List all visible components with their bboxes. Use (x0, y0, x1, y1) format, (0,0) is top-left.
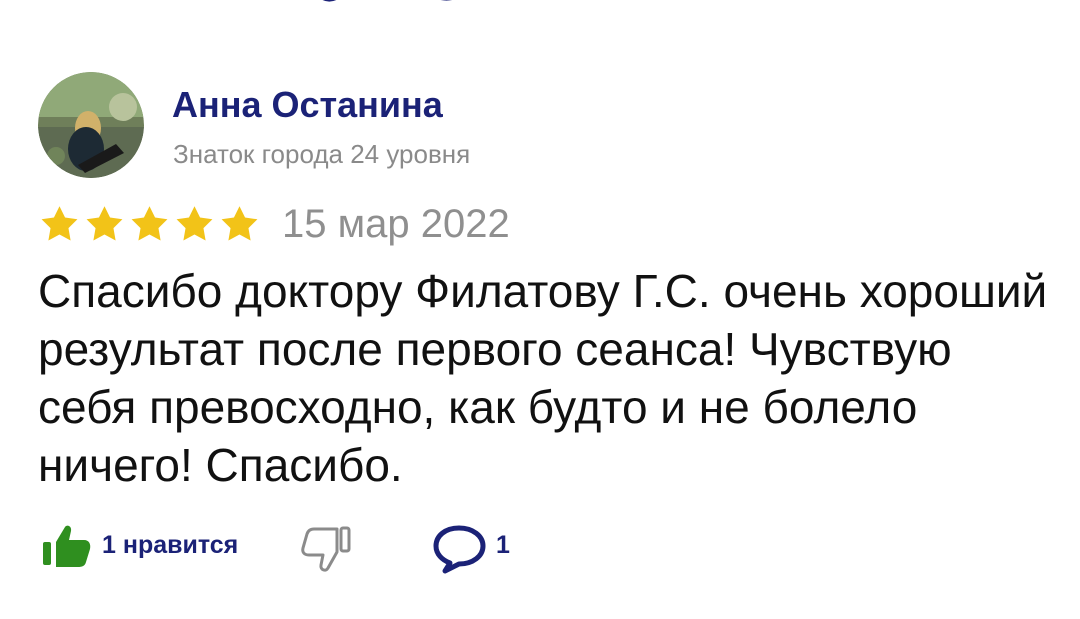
thumbs-down-icon (301, 526, 351, 572)
review-text: Спасибо доктору Филатову Г.С. очень хоро… (38, 265, 1048, 491)
avatar[interactable] (38, 72, 144, 178)
comment-bubble-icon (433, 525, 486, 574)
rating-stars (38, 203, 261, 246)
star-icon (41, 206, 78, 241)
author-level: Знаток города 24 уровня (173, 139, 471, 169)
comment-button[interactable]: 1 (428, 521, 510, 575)
star-icon (176, 206, 213, 241)
star-icon (221, 206, 258, 241)
review-card: Анна Останина Знаток города 24 уровня 15… (0, 0, 1080, 619)
review-actions: 1 нравится 1 (38, 521, 558, 581)
author-name[interactable]: Анна Останина (172, 84, 443, 126)
comment-count: 1 (496, 530, 510, 559)
like-count-label: 1 нравится (102, 530, 239, 559)
star-icon (131, 206, 168, 241)
dislike-button[interactable] (298, 521, 356, 578)
thumbs-up-icon (43, 525, 91, 567)
review-date: 15 мар 2022 (282, 202, 510, 246)
star-icon (86, 206, 123, 241)
like-button[interactable]: 1 нравится (38, 521, 238, 569)
